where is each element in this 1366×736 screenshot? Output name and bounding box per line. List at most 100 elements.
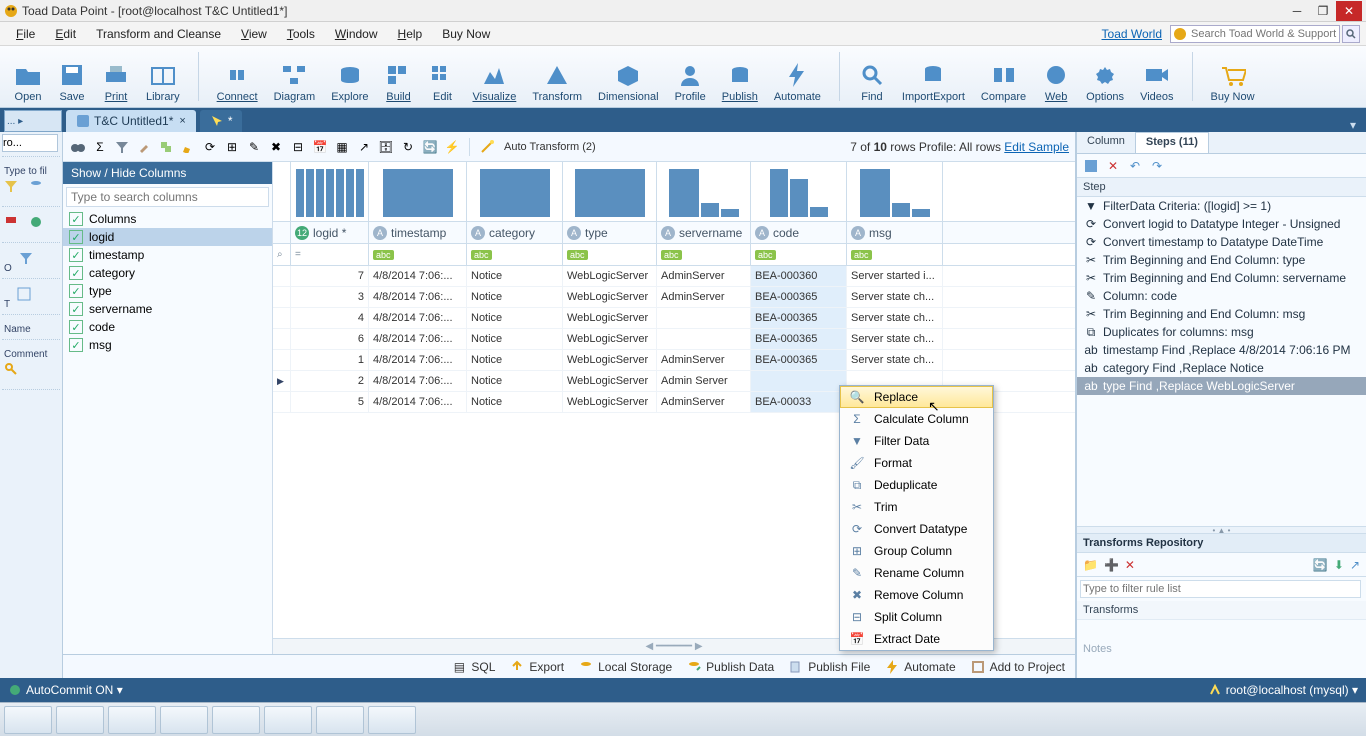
steps-add-icon[interactable] [1083, 158, 1099, 174]
ribbon-explore[interactable]: Explore [323, 48, 376, 105]
action-publish-data[interactable]: Publish Data [686, 659, 774, 675]
ribbon-buynow[interactable]: Buy Now [1203, 48, 1263, 105]
menu-help[interactable]: Help [388, 25, 433, 43]
column-toggle-msg[interactable]: msg [63, 336, 272, 354]
maximize-button[interactable]: ❐ [1310, 1, 1336, 21]
ctx-convert-datatype[interactable]: ⟳Convert Datatype [840, 518, 993, 540]
step-item[interactable]: ✂Trim Beginning and End Column: type [1077, 251, 1366, 269]
ribbon-save[interactable]: Save [50, 48, 94, 105]
menu-tools[interactable]: Tools [277, 25, 325, 43]
steps-undo-icon[interactable]: ↶ [1127, 158, 1143, 174]
tool-group-icon[interactable]: ⊞ [223, 138, 241, 156]
column-toggle-servername[interactable]: servername [63, 300, 272, 318]
ctx-remove-column[interactable]: ✖Remove Column [840, 584, 993, 606]
ribbon-diagram[interactable]: Diagram [266, 48, 324, 105]
ribbon-web[interactable]: Web [1034, 48, 1078, 105]
steps-redo-icon[interactable]: ↷ [1149, 158, 1165, 174]
action-sql[interactable]: ▤SQL [451, 659, 495, 675]
menu-transform-cleanse[interactable]: Transform and Cleanse [86, 25, 231, 43]
table-row[interactable]: 64/8/2014 7:06:...NoticeWebLogicServerBE… [273, 329, 1075, 350]
col-header-type[interactable]: Atype [563, 222, 657, 243]
column-toggle-type[interactable]: type [63, 282, 272, 300]
col-header-category[interactable]: Acategory [467, 222, 563, 243]
key-icon[interactable] [4, 362, 22, 380]
step-item[interactable]: abcategory Find ,Replace Notice [1077, 359, 1366, 377]
col-header-code[interactable]: Acode [751, 222, 847, 243]
steps-delete-icon[interactable]: ✕ [1105, 158, 1121, 174]
repo-add-icon[interactable]: ➕ [1104, 558, 1119, 572]
filter-code[interactable]: abc [751, 244, 847, 265]
ribbon-profile[interactable]: Profile [667, 48, 714, 105]
tab-untitled[interactable]: T&C Untitled1* × [66, 110, 196, 132]
action-export[interactable]: Export [509, 659, 564, 675]
columns-search-input[interactable] [66, 187, 269, 207]
tool-sigma-icon[interactable]: Σ [91, 138, 109, 156]
tool-convert-icon[interactable]: ⟳ [201, 138, 219, 156]
column-toggle-columns[interactable]: Columns [63, 210, 272, 228]
filter-handle[interactable]: ⌕ [273, 244, 291, 265]
tool-more1-icon[interactable]: ▦ [333, 138, 351, 156]
col-header-servername[interactable]: Aservername [657, 222, 751, 243]
action-publish-file[interactable]: Publish File [788, 659, 870, 675]
ribbon-automate[interactable]: Automate [766, 48, 829, 105]
filter-cat[interactable]: abc [467, 244, 563, 265]
col-header-logid[interactable]: 12logid * [291, 222, 369, 243]
ribbon-publish[interactable]: Publish [714, 48, 766, 105]
left-pane-collapsed[interactable]: ... ▸ [4, 110, 62, 132]
tool-automate-icon[interactable]: ⚡ [443, 138, 461, 156]
red-flag-icon[interactable] [4, 215, 22, 233]
tab-second[interactable]: * [200, 110, 243, 132]
tool-dedupe-icon[interactable] [157, 138, 175, 156]
filter-ts[interactable]: abc [369, 244, 467, 265]
taskbar-item[interactable] [4, 706, 52, 734]
action-local-storage[interactable]: Local Storage [578, 659, 672, 675]
tool-calendar-icon[interactable]: 📅 [311, 138, 329, 156]
ctx-group-column[interactable]: ⊞Group Column [840, 540, 993, 562]
taskbar-item[interactable] [368, 706, 416, 734]
ribbon-print[interactable]: Print [94, 48, 138, 105]
step-item[interactable]: ⟳Convert logid to Datatype Integer - Uns… [1077, 215, 1366, 233]
ribbon-library[interactable]: Library [138, 48, 188, 105]
ctx-trim[interactable]: ✂Trim [840, 496, 993, 518]
step-item[interactable]: ✂Trim Beginning and End Column: msg [1077, 305, 1366, 323]
tool-brush-icon[interactable] [135, 138, 153, 156]
ctx-deduplicate[interactable]: ⧉Deduplicate [840, 474, 993, 496]
grid-small-icon[interactable] [17, 287, 35, 305]
transforms-section-label[interactable]: Transforms [1077, 601, 1366, 620]
ribbon-edit[interactable]: Edit [420, 48, 464, 105]
right-tab-steps[interactable]: Steps (11) [1136, 132, 1209, 153]
ribbon-dimensional[interactable]: Dimensional [590, 48, 667, 105]
menu-buy-now[interactable]: Buy Now [432, 25, 500, 43]
column-toggle-logid[interactable]: logid [63, 228, 272, 246]
auto-transform-label[interactable]: Auto Transform (2) [504, 141, 596, 153]
repo-refresh-icon[interactable]: 🔄 [1313, 558, 1328, 572]
taskbar-item[interactable] [264, 706, 312, 734]
taskbar-item[interactable] [212, 706, 260, 734]
step-item[interactable]: ✂Trim Beginning and End Column: serverna… [1077, 269, 1366, 287]
filter-yellow-icon[interactable] [4, 179, 22, 197]
table-row[interactable]: 74/8/2014 7:06:...NoticeWebLogicServerAd… [273, 266, 1075, 287]
repo-import-icon[interactable]: ⬇ [1334, 558, 1344, 572]
table-row[interactable]: 44/8/2014 7:06:...NoticeWebLogicServerBE… [273, 308, 1075, 329]
repo-del-icon[interactable]: ✕ [1125, 558, 1135, 572]
tool-wand-icon[interactable] [478, 138, 496, 156]
search-go-button[interactable] [1342, 25, 1360, 43]
right-splitter[interactable]: • ▲ • [1077, 526, 1366, 534]
step-item[interactable]: abtimestamp Find ,Replace 4/8/2014 7:06:… [1077, 341, 1366, 359]
menu-window[interactable]: Window [325, 25, 388, 43]
tool-publish-icon[interactable]: ↻ [399, 138, 417, 156]
ribbon-options[interactable]: Options [1078, 48, 1132, 105]
ctx-filter-data[interactable]: ▼Filter Data [840, 430, 993, 452]
tool-rename-icon[interactable]: ✎ [245, 138, 263, 156]
step-item[interactable]: ⧉Duplicates for columns: msg [1077, 323, 1366, 341]
ribbon-videos[interactable]: Videos [1132, 48, 1181, 105]
db-icon[interactable] [29, 179, 47, 197]
green-ball-icon[interactable] [29, 215, 47, 233]
right-tab-column[interactable]: Column [1077, 132, 1136, 153]
menu-view[interactable]: View [231, 25, 277, 43]
col-header-msg[interactable]: Amsg [847, 222, 943, 243]
step-item[interactable]: ⟳Convert timestamp to Datatype DateTime [1077, 233, 1366, 251]
ctx-calculate-column[interactable]: ΣCalculate Column [840, 408, 993, 430]
funnel-blue-icon[interactable] [19, 251, 37, 269]
column-toggle-timestamp[interactable]: timestamp [63, 246, 272, 264]
